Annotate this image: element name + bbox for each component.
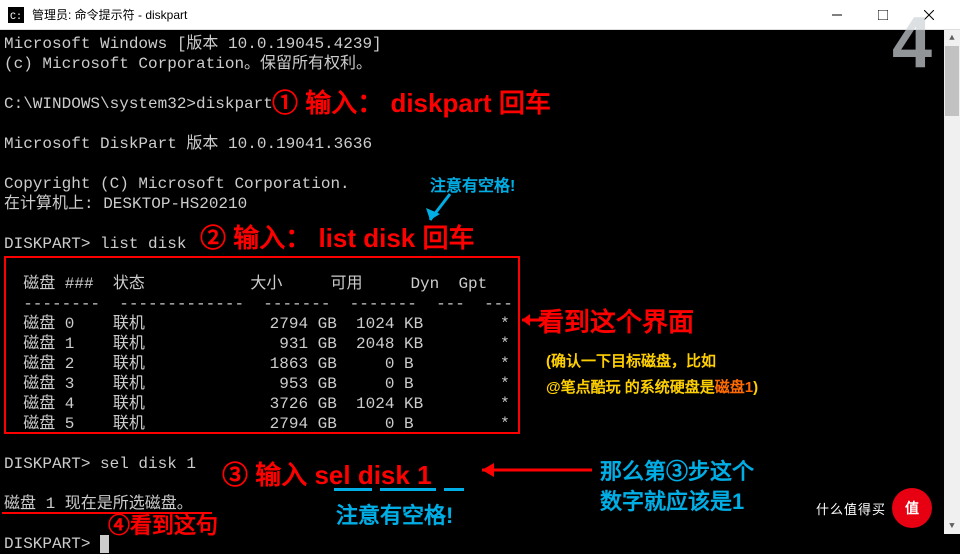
table-row: 磁盘 5 联机 2794 GB 0 B * — [4, 414, 940, 434]
titlebar: C: 管理员: 命令提示符 - diskpart — [0, 0, 960, 30]
output-line — [4, 114, 940, 134]
table-header: 磁盘 ### 状态 大小 可用 Dyn Gpt — [4, 274, 940, 294]
output-line — [4, 74, 940, 94]
output-line: 在计算机上: DESKTOP-HS20210 — [4, 194, 940, 214]
output-line: 磁盘 1 现在是所选磁盘。 — [4, 494, 940, 514]
prompt-line: C:\WINDOWS\system32>diskpart — [4, 94, 940, 114]
cmd-icon: C: — [8, 7, 24, 23]
window-title: 管理员: 命令提示符 - diskpart — [32, 6, 814, 23]
scroll-down-icon[interactable]: ▼ — [944, 518, 960, 534]
close-button[interactable] — [906, 0, 952, 30]
output-line — [4, 254, 940, 274]
table-row: 磁盘 0 联机 2794 GB 1024 KB * — [4, 314, 940, 334]
table-row: 磁盘 3 联机 953 GB 0 B * — [4, 374, 940, 394]
output-line — [4, 474, 940, 494]
table-row: 磁盘 1 联机 931 GB 2048 KB * — [4, 334, 940, 354]
output-line: (c) Microsoft Corporation。保留所有权利。 — [4, 54, 940, 74]
table-row: 磁盘 4 联机 3726 GB 1024 KB * — [4, 394, 940, 414]
prompt-line: DISKPART> list disk — [4, 234, 940, 254]
table-divider: -------- ------------- ------- ------- -… — [4, 294, 940, 314]
output-line: Copyright (C) Microsoft Corporation. — [4, 174, 940, 194]
output-line — [4, 154, 940, 174]
output-line: Microsoft DiskPart 版本 10.0.19041.3636 — [4, 134, 940, 154]
output-line — [4, 514, 940, 534]
maximize-button[interactable] — [860, 0, 906, 30]
output-line: Microsoft Windows [版本 10.0.19045.4239] — [4, 34, 940, 54]
svg-text:C:: C: — [10, 12, 22, 23]
prompt-line: DISKPART> — [4, 534, 940, 554]
scroll-thumb[interactable] — [945, 46, 959, 116]
table-row: 磁盘 2 联机 1863 GB 0 B * — [4, 354, 940, 374]
cursor — [100, 535, 109, 553]
output-line — [4, 434, 940, 454]
output-line — [4, 214, 940, 234]
scrollbar[interactable]: ▲ ▼ — [944, 30, 960, 534]
window-controls — [814, 0, 952, 30]
minimize-button[interactable] — [814, 0, 860, 30]
scroll-up-icon[interactable]: ▲ — [944, 30, 960, 46]
terminal-area[interactable]: Microsoft Windows [版本 10.0.19045.4239] (… — [0, 30, 944, 554]
prompt-line: DISKPART> sel disk 1 — [4, 454, 940, 474]
